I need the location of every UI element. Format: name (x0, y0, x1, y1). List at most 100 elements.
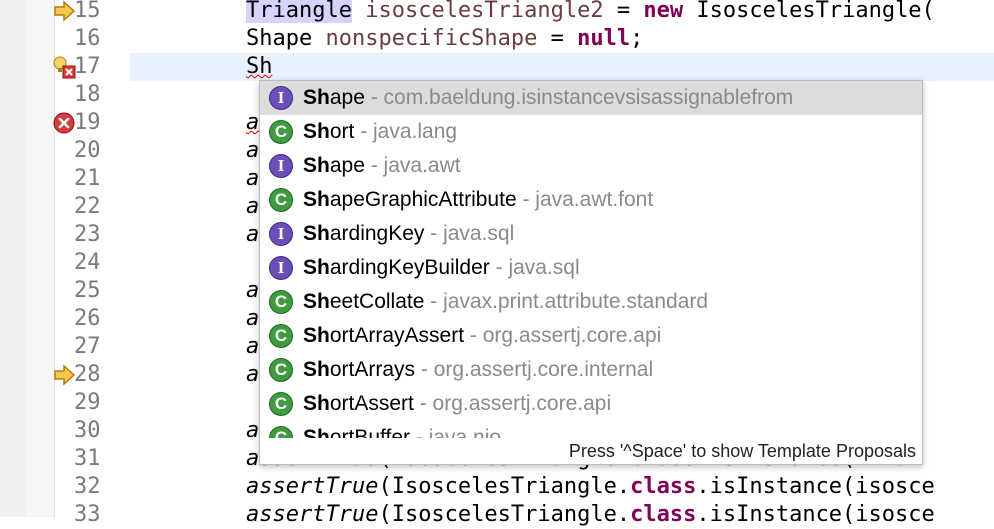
line-number[interactable]: 22 (74, 193, 112, 221)
popup-footer: Press '^Space' to show Template Proposal… (260, 438, 922, 464)
type-name-rest: ape (329, 154, 365, 177)
package-name: - org.assertj.core.internal (415, 358, 654, 381)
line-number[interactable]: 27 (74, 333, 112, 361)
proposal-item[interactable]: C ShortArrayAssert - org.assertj.core.api (260, 319, 922, 353)
code-token: class (630, 474, 697, 499)
line-number[interactable]: 24 (74, 249, 112, 277)
proposal-label: ShardingKey - java.sql (303, 217, 514, 251)
code-token: a (246, 110, 260, 135)
code-token: Sh (246, 54, 273, 79)
proposal-label: Shape - java.awt (303, 149, 461, 183)
code-token: a (246, 306, 260, 331)
code-token: (IsoscelesTriangle. (378, 474, 631, 499)
type-name-rest: ortArrayAssert (329, 324, 465, 347)
matched-prefix: Sh (303, 154, 330, 177)
template-proposals-hint[interactable]: Press '^Space' to show Template Proposal… (569, 438, 916, 464)
line-number[interactable]: 15 (74, 0, 112, 25)
code-token: a (246, 138, 260, 163)
proposal-item[interactable]: I ShardingKeyBuilder - java.sql (260, 251, 922, 285)
interface-icon: I (269, 222, 293, 246)
annotation-ruler[interactable] (26, 0, 54, 517)
package-name: - javax.print.attribute.standard (424, 290, 709, 313)
code-line[interactable]: Sh (246, 53, 273, 81)
code-token: a (246, 278, 260, 303)
code-token: a (246, 222, 260, 247)
proposal-item[interactable]: C ShortArrays - org.assertj.core.internal (260, 353, 922, 387)
class-icon: C (269, 290, 293, 314)
code-line[interactable]: a (246, 137, 259, 165)
line-number[interactable]: 20 (74, 137, 112, 165)
proposal-item[interactable]: I ShardingKey - java.sql (260, 217, 922, 251)
line-number[interactable]: 30 (74, 417, 112, 445)
code-token: IsoscelesTriangle( (683, 0, 935, 23)
matched-prefix: Sh (303, 120, 330, 143)
line-number[interactable]: 19 (74, 109, 112, 137)
line-number[interactable]: 28 (74, 361, 112, 389)
code-line[interactable]: Triangle isoscelesTriangle2 = new Isosce… (246, 0, 935, 25)
code-token: null (577, 26, 631, 51)
proposal-item[interactable]: C ShapeGraphicAttribute - java.awt.font (260, 183, 922, 217)
breakpoint-arrow-icon[interactable] (52, 362, 78, 388)
line-number[interactable]: 31 (74, 445, 112, 473)
code-token: = (603, 0, 644, 23)
code-token: a (246, 334, 260, 359)
line-number[interactable]: 17 (74, 53, 112, 81)
type-name-rest: ortArrays (329, 358, 416, 381)
interface-icon: I (269, 256, 293, 280)
interface-icon: I (269, 86, 293, 110)
code-token: new (643, 0, 684, 23)
matched-prefix: Sh (303, 222, 330, 245)
interface-icon: I (269, 154, 293, 178)
class-icon: C (269, 324, 293, 348)
breakpoint-arrow-icon[interactable] (52, 0, 78, 24)
proposal-item[interactable]: I Shape - com.baeldung.isinstancevsisassi… (260, 81, 922, 115)
package-name: - com.baeldung.isinstancevsisassignablef… (364, 86, 794, 109)
package-name: - java.sql (424, 222, 515, 245)
code-line[interactable]: assertTrue(IsoscelesTriangle.class.isIns… (246, 501, 935, 529)
code-token: ; (630, 26, 644, 51)
line-number[interactable]: 18 (74, 81, 112, 109)
code-token: (IsoscelesTriangle. (378, 502, 631, 527)
proposal-label: ShardingKeyBuilder - java.sql (303, 251, 580, 285)
type-name-rest: ort (329, 120, 355, 143)
proposal-item[interactable]: C SheetCollate - javax.print.attribute.st… (260, 285, 922, 319)
type-name-rest: ardingKeyBuilder (329, 256, 490, 279)
matched-prefix: Sh (303, 358, 330, 381)
proposal-label: ShortArrays - org.assertj.core.internal (303, 353, 653, 387)
line-number[interactable]: 33 (74, 501, 112, 529)
type-name-rest: ardingKey (329, 222, 425, 245)
proposal-item[interactable]: C Short - java.lang (260, 115, 922, 149)
line-number[interactable]: 29 (74, 389, 112, 417)
package-name: - java.awt.font (516, 188, 654, 211)
error-icon[interactable] (52, 110, 78, 136)
package-name: - java.sql (489, 256, 580, 279)
editor-gutter[interactable] (0, 0, 27, 517)
code-line[interactable]: assertTrue(IsoscelesTriangle.class.isIns… (246, 473, 935, 501)
proposal-label: ShortArrayAssert - org.assertj.core.api (303, 319, 661, 353)
quick-fix-error-icon[interactable] (52, 54, 78, 80)
class-icon: C (269, 358, 293, 382)
code-token: class (630, 502, 697, 527)
proposal-label: ShortAssert - org.assertj.core.api (303, 387, 611, 421)
line-number[interactable]: 21 (74, 165, 112, 193)
line-number[interactable]: 16 (74, 25, 112, 53)
code-token: a (246, 166, 260, 191)
code-token: a (246, 194, 260, 219)
line-number[interactable]: 23 (74, 221, 112, 249)
code-token: isoscelesTriangle2 (365, 0, 604, 23)
code-token: .isInstance(isosce (696, 474, 935, 499)
code-token: assertTrue (246, 474, 379, 499)
matched-prefix: Sh (303, 290, 330, 313)
line-number[interactable]: 26 (74, 305, 112, 333)
line-number[interactable]: 32 (74, 473, 112, 501)
package-name: - org.assertj.core.api (464, 324, 662, 347)
code-line[interactable]: Shape nonspecificShape = null; (246, 25, 643, 53)
proposal-item[interactable]: C ShortAssert - org.assertj.core.api (260, 387, 922, 421)
proposal-item[interactable]: I Shape - java.awt (260, 149, 922, 183)
code-line[interactable]: a (246, 305, 259, 333)
line-number[interactable]: 25 (74, 277, 112, 305)
package-name: - org.assertj.core.api (413, 392, 612, 415)
code-line[interactable]: a (246, 109, 259, 137)
proposal-label: SheetCollate - javax.print.attribute.sta… (303, 285, 708, 319)
